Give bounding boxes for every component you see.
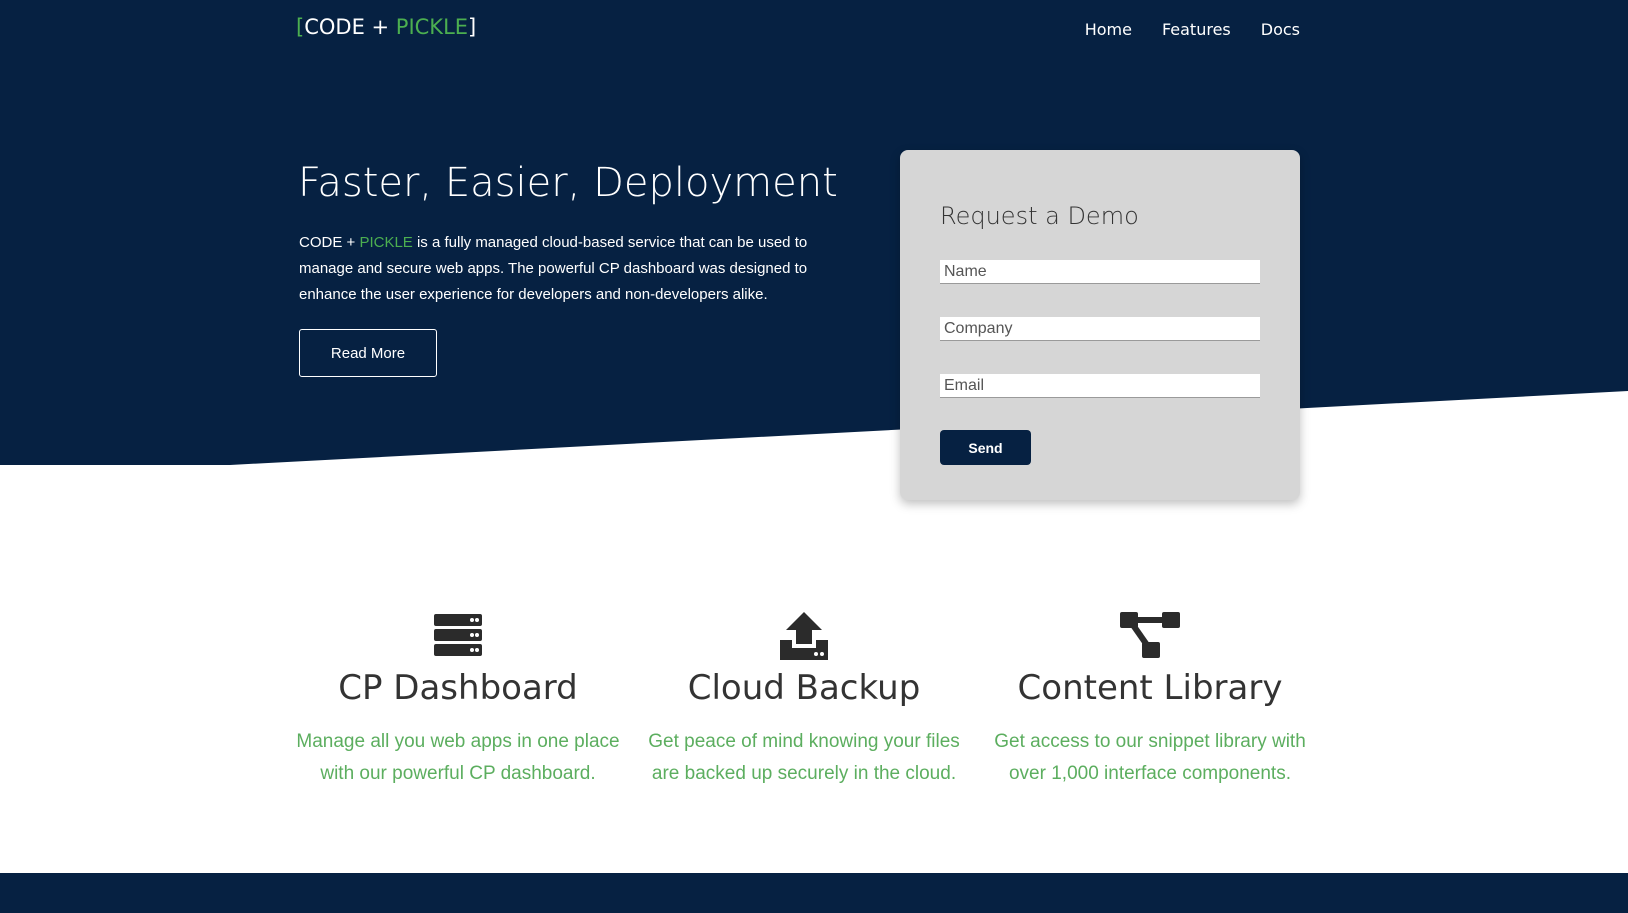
upload-icon bbox=[780, 612, 828, 660]
feature-title: Content Library bbox=[1017, 668, 1283, 708]
feature-description: Get access to our snippet library with o… bbox=[994, 731, 1306, 784]
name-input[interactable] bbox=[940, 260, 1260, 284]
footer-band bbox=[0, 873, 1628, 913]
feature-description: Manage all you web apps in one place wit… bbox=[296, 731, 620, 784]
brand-bracket-open: [ bbox=[296, 15, 305, 39]
nav-features-link[interactable]: Features bbox=[1162, 20, 1231, 39]
feature-cloud-backup: Cloud Backup Get peace of mind knowing y… bbox=[639, 610, 969, 790]
read-more-button[interactable]: Read More bbox=[299, 329, 437, 377]
feature-cp-dashboard: CP Dashboard Manage all you web apps in … bbox=[293, 610, 623, 790]
feature-title: Cloud Backup bbox=[687, 668, 921, 708]
sitemap-icon bbox=[1120, 612, 1180, 658]
hero-title: Faster, Easier, Deployment bbox=[298, 160, 838, 206]
hero-description: CODE + PICKLE is a fully managed cloud-b… bbox=[299, 230, 819, 308]
nav-home-link[interactable]: Home bbox=[1085, 20, 1132, 39]
email-input[interactable] bbox=[940, 374, 1260, 398]
company-input[interactable] bbox=[940, 317, 1260, 341]
server-icon bbox=[434, 614, 482, 656]
feature-content-library: Content Library Get access to our snippe… bbox=[985, 610, 1315, 790]
feature-title: CP Dashboard bbox=[338, 668, 578, 708]
brand-bracket-close: ] bbox=[468, 15, 477, 39]
send-button[interactable]: Send bbox=[940, 430, 1031, 465]
hero-desc-brand-pickle: PICKLE bbox=[359, 234, 413, 251]
brand-logo[interactable]: [CODE + PICKLE] bbox=[296, 15, 476, 39]
brand-pickle: PICKLE bbox=[395, 15, 469, 39]
nav-docs-link[interactable]: Docs bbox=[1261, 20, 1300, 39]
brand-code: CODE + bbox=[304, 15, 396, 39]
feature-description: Get peace of mind knowing your files are… bbox=[648, 731, 960, 784]
hero-desc-brand-code: CODE + bbox=[299, 234, 360, 251]
request-demo-title: Request a Demo bbox=[940, 202, 1139, 230]
main-nav: Home Features Docs bbox=[1085, 20, 1300, 39]
request-demo-card: Request a Demo Send bbox=[900, 150, 1300, 500]
